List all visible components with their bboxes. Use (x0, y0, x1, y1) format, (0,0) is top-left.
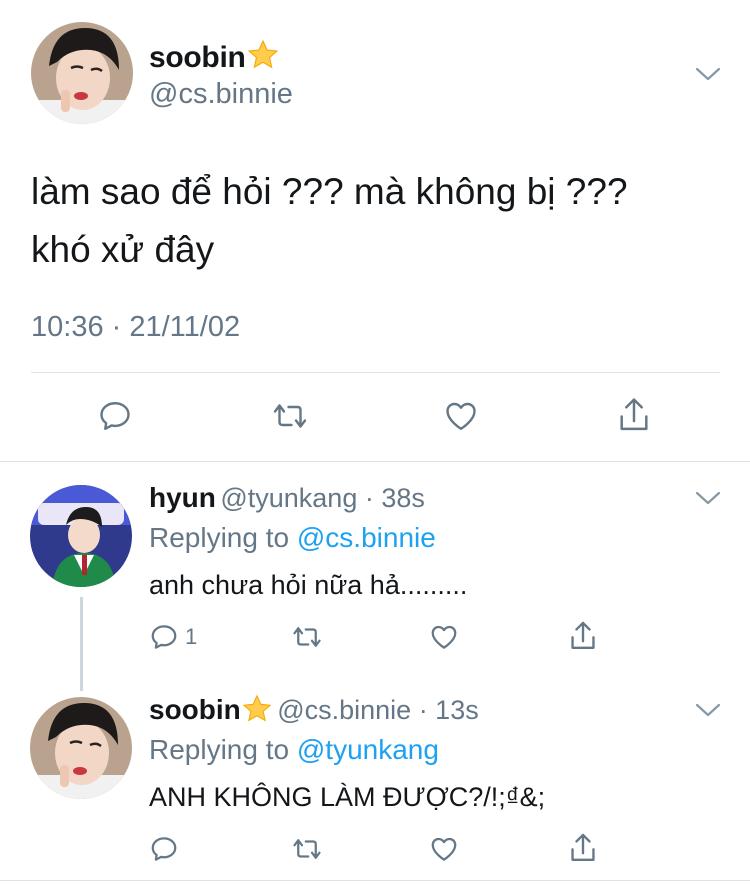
retweet-button[interactable] (268, 396, 312, 436)
display-name-text[interactable]: soobin (149, 41, 246, 74)
share-icon (571, 621, 595, 649)
star-icon (242, 694, 272, 722)
chevron-down-icon[interactable] (693, 488, 723, 513)
reply-button[interactable]: 1 (149, 620, 197, 654)
share-icon (571, 833, 595, 861)
handle-time[interactable]: @tyunkang · 38s (220, 483, 425, 513)
reply-icon (151, 625, 177, 649)
like-button[interactable] (441, 396, 481, 436)
bottom-divider (0, 880, 750, 881)
like-icon (446, 402, 476, 430)
reply-text: ANH KHÔNG LÀM ĐƯỢC?/!;₫&; (149, 782, 546, 812)
retweet-icon (293, 627, 321, 647)
replying-prefix: Replying to (149, 734, 290, 765)
star-icon (247, 39, 278, 69)
avatar-soobin[interactable] (30, 697, 132, 799)
like-button[interactable] (426, 620, 462, 654)
replying-to: Replying to @tyunkang (149, 734, 439, 766)
chevron-down-icon[interactable] (693, 700, 723, 725)
retweet-button[interactable] (287, 620, 327, 654)
share-button[interactable] (614, 394, 654, 436)
retweet-icon (293, 839, 321, 859)
section-divider (0, 461, 750, 462)
display-name[interactable]: hyun (149, 482, 216, 513)
divider (31, 372, 720, 373)
share-button[interactable] (565, 618, 601, 654)
retweet-icon (273, 404, 307, 428)
reply-button[interactable] (95, 396, 135, 436)
display-name[interactable]: soobin (149, 38, 280, 75)
retweet-button[interactable] (287, 832, 327, 866)
like-icon (431, 837, 457, 861)
like-button[interactable] (426, 832, 462, 866)
handle-time[interactable]: @cs.binnie · 13s (277, 695, 479, 725)
reply-count: 1 (185, 624, 198, 649)
tweet-text-line: khó xử đây (31, 229, 215, 270)
timestamp[interactable]: 10:36 · 21/11/02 (31, 311, 240, 344)
tweet-text: làm sao để hỏi ??? mà không bị ??? khó x… (31, 163, 721, 279)
reply-header: hyun @tyunkang · 38s (149, 482, 425, 514)
share-button[interactable] (565, 830, 601, 866)
reply-button[interactable] (149, 832, 179, 866)
replying-to: Replying to @cs.binnie (149, 522, 436, 554)
avatar-soobin[interactable] (31, 22, 133, 124)
tweet-text-line: làm sao để hỏi ??? mà không bị ??? (31, 171, 628, 212)
reply-icon (151, 837, 177, 861)
like-icon (431, 625, 457, 649)
reply-icon (100, 402, 130, 430)
share-icon (620, 398, 648, 431)
display-name[interactable]: soobin (149, 694, 241, 725)
reply-header: soobin @cs.binnie · 13s (149, 693, 479, 726)
reply-text: anh chưa hỏi nữa hả......... (149, 570, 468, 600)
replying-prefix: Replying to (149, 522, 290, 553)
replying-to-link[interactable]: @tyunkang (297, 734, 439, 765)
avatar-hyun[interactable] (30, 485, 132, 587)
replying-to-link[interactable]: @cs.binnie (297, 522, 436, 553)
thread-line (80, 597, 83, 691)
handle[interactable]: @cs.binnie (149, 78, 293, 111)
chevron-down-icon[interactable] (693, 64, 723, 89)
